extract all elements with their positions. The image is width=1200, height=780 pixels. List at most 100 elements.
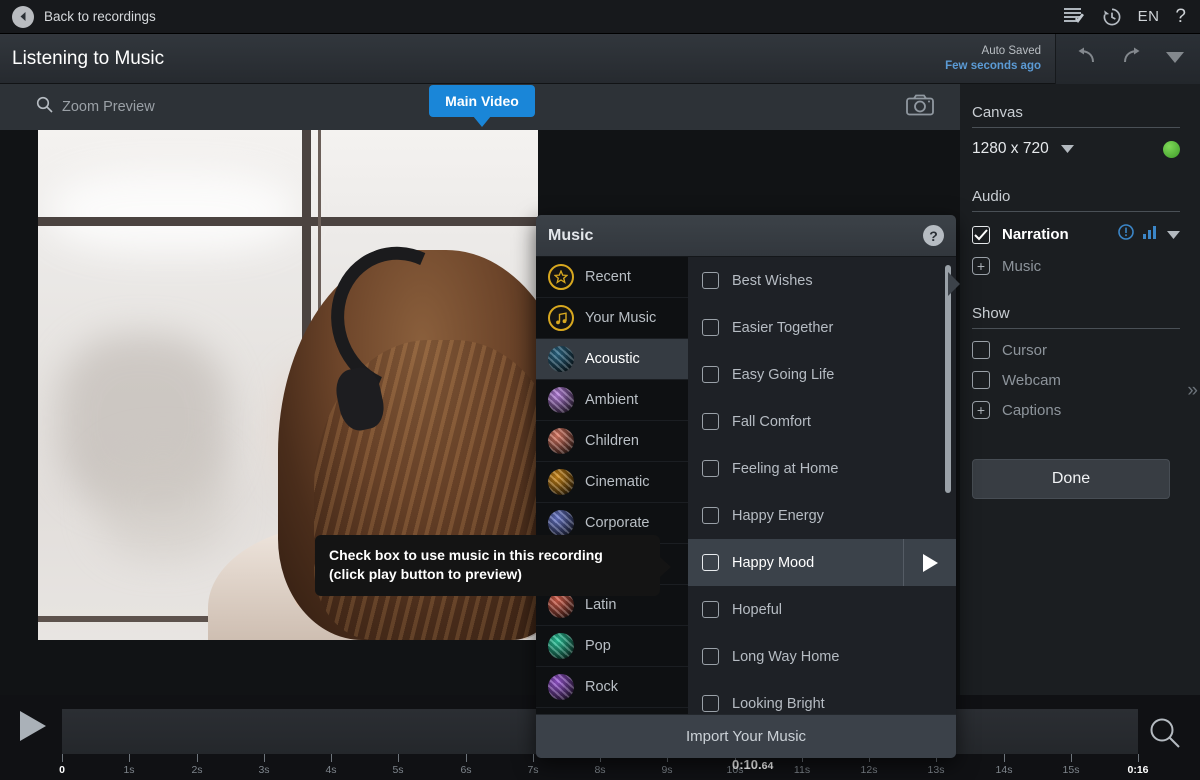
redo-icon[interactable] (1120, 47, 1144, 70)
music-category-label: Cinematic (585, 474, 649, 490)
track-list-scrollbar[interactable] (945, 265, 951, 493)
music-category-your-music[interactable]: Your Music (536, 298, 688, 339)
undo-icon[interactable] (1074, 47, 1098, 70)
zoom-preview-button[interactable]: Zoom Preview (0, 96, 155, 118)
audio-section-title: Audio (972, 188, 1180, 211)
music-category-pop[interactable]: Pop (536, 626, 688, 667)
track-name: Feeling at Home (732, 461, 838, 477)
timeline-tick-label: 14s (996, 764, 1013, 776)
music-row[interactable]: + Music (972, 257, 1180, 275)
timeline-tick-label: 15s (1063, 764, 1080, 776)
music-track-row[interactable]: Long Way Home (688, 633, 956, 680)
show-item-webcam[interactable]: Webcam (972, 371, 1180, 389)
music-category-cinematic[interactable]: Cinematic (536, 462, 688, 503)
narration-label: Narration (1002, 226, 1069, 243)
import-your-music-button[interactable]: Import Your Music (536, 714, 956, 758)
panel-pointer-arrow (948, 272, 960, 296)
timeline-tick-label: 0:16 (1127, 764, 1148, 776)
track-checkbox[interactable] (702, 554, 719, 571)
clock-history-icon[interactable] (1102, 7, 1122, 27)
track-checkbox[interactable] (702, 366, 719, 383)
music-track-list[interactable]: Best WishesEasier Together Easy Going Lif… (688, 257, 956, 714)
plus-box-icon[interactable]: + (972, 257, 990, 275)
music-track-row[interactable]: Happy Energy (688, 492, 956, 539)
main-video-badge[interactable]: Main Video (429, 85, 535, 117)
music-note-icon (548, 305, 574, 331)
music-track-row[interactable]: Happy Mood (688, 539, 956, 586)
help-icon[interactable]: ? (923, 225, 944, 246)
zoom-preview-label: Zoom Preview (62, 99, 155, 115)
music-category-list[interactable]: Recent Your Music AcousticAmbient Children C… (536, 257, 688, 714)
magnifier-zoom-icon[interactable] (1148, 716, 1182, 755)
recording-title-input[interactable] (12, 48, 432, 70)
music-category-label: Latin (585, 597, 616, 613)
music-track-row[interactable]: Feeling at Home (688, 445, 956, 492)
music-track-row[interactable]: Easy Going Life (688, 351, 956, 398)
timeline-tick (62, 754, 63, 762)
timeline-tick-label: 5s (392, 764, 403, 776)
narration-checkbox[interactable] (972, 226, 990, 244)
music-category-ambient[interactable]: Ambient (536, 380, 688, 421)
music-track-row[interactable]: Best Wishes (688, 257, 956, 304)
exclamation-circle-icon[interactable] (1118, 224, 1134, 245)
audio-levels-icon[interactable] (1143, 225, 1158, 244)
done-button[interactable]: Done (972, 459, 1170, 499)
track-name: Easy Going Life (732, 367, 834, 383)
show-checkbox[interactable] (972, 341, 990, 359)
track-checkbox[interactable] (702, 601, 719, 618)
chevron-down-icon[interactable] (1166, 50, 1184, 68)
music-category-label: Children (585, 433, 639, 449)
language-selector[interactable]: EN (1138, 8, 1160, 25)
music-track-row[interactable]: Looking Bright (688, 680, 956, 714)
canvas-resolution-row[interactable]: 1280 x 720 (972, 140, 1180, 158)
music-track-row[interactable]: Hopeful (688, 586, 956, 633)
help-icon[interactable]: ? (1175, 7, 1186, 26)
magnifier-icon (36, 96, 53, 118)
music-track-row[interactable]: Fall Comfort (688, 398, 956, 445)
music-panel-header: Music ? (536, 215, 956, 257)
track-checkbox[interactable] (702, 272, 719, 289)
canvas-resolution-value[interactable]: 1280 x 720 (972, 140, 1049, 158)
music-label: Music (1002, 258, 1041, 275)
timeline-tick (197, 754, 198, 762)
chevron-down-icon[interactable] (1167, 226, 1180, 244)
music-track-row[interactable]: Easier Together (688, 304, 956, 351)
tooltip-line-2: (click play button to preview) (329, 565, 646, 584)
music-category-label: Recent (585, 269, 631, 285)
back-arrow-circle-icon (12, 6, 34, 28)
show-section-title: Show (972, 305, 1180, 328)
divider (972, 127, 1180, 128)
camera-icon[interactable] (906, 94, 934, 121)
music-category-acoustic[interactable]: Acoustic (536, 339, 688, 380)
track-checkbox[interactable] (702, 695, 719, 712)
play-triangle-icon[interactable] (903, 539, 956, 586)
track-checkbox[interactable] (702, 319, 719, 336)
double-chevron-right-icon[interactable]: » (1187, 380, 1198, 402)
checklist-icon[interactable] (1064, 7, 1086, 26)
track-name: Hopeful (732, 602, 782, 618)
timeline-tick-label: 3s (258, 764, 269, 776)
timeline-tick-label: 13s (928, 764, 945, 776)
show-checkbox[interactable] (972, 371, 990, 389)
plus-box-icon[interactable]: + (972, 401, 990, 419)
track-name: Fall Comfort (732, 414, 811, 430)
show-item-captions[interactable]: +Captions (972, 401, 1180, 419)
rock-thumb (548, 674, 574, 700)
narration-row[interactable]: Narration (972, 224, 1180, 245)
track-checkbox[interactable] (702, 460, 719, 477)
pop-thumb (548, 633, 574, 659)
music-category-rock[interactable]: Rock (536, 667, 688, 708)
show-item-cursor[interactable]: Cursor (972, 341, 1180, 359)
playhead-time-main: 0:10. (732, 757, 762, 772)
play-button[interactable] (18, 710, 48, 747)
show-item-label: Webcam (1002, 372, 1061, 389)
track-checkbox[interactable] (702, 507, 719, 524)
timeline-tick-label: 2s (191, 764, 202, 776)
back-to-recordings-button[interactable]: Back to recordings (0, 6, 156, 28)
track-checkbox[interactable] (702, 648, 719, 665)
chevron-down-icon[interactable] (1061, 140, 1074, 158)
music-category-children[interactable]: Children (536, 421, 688, 462)
track-checkbox[interactable] (702, 413, 719, 430)
music-category-label: Your Music (585, 310, 656, 326)
music-category-recent[interactable]: Recent (536, 257, 688, 298)
